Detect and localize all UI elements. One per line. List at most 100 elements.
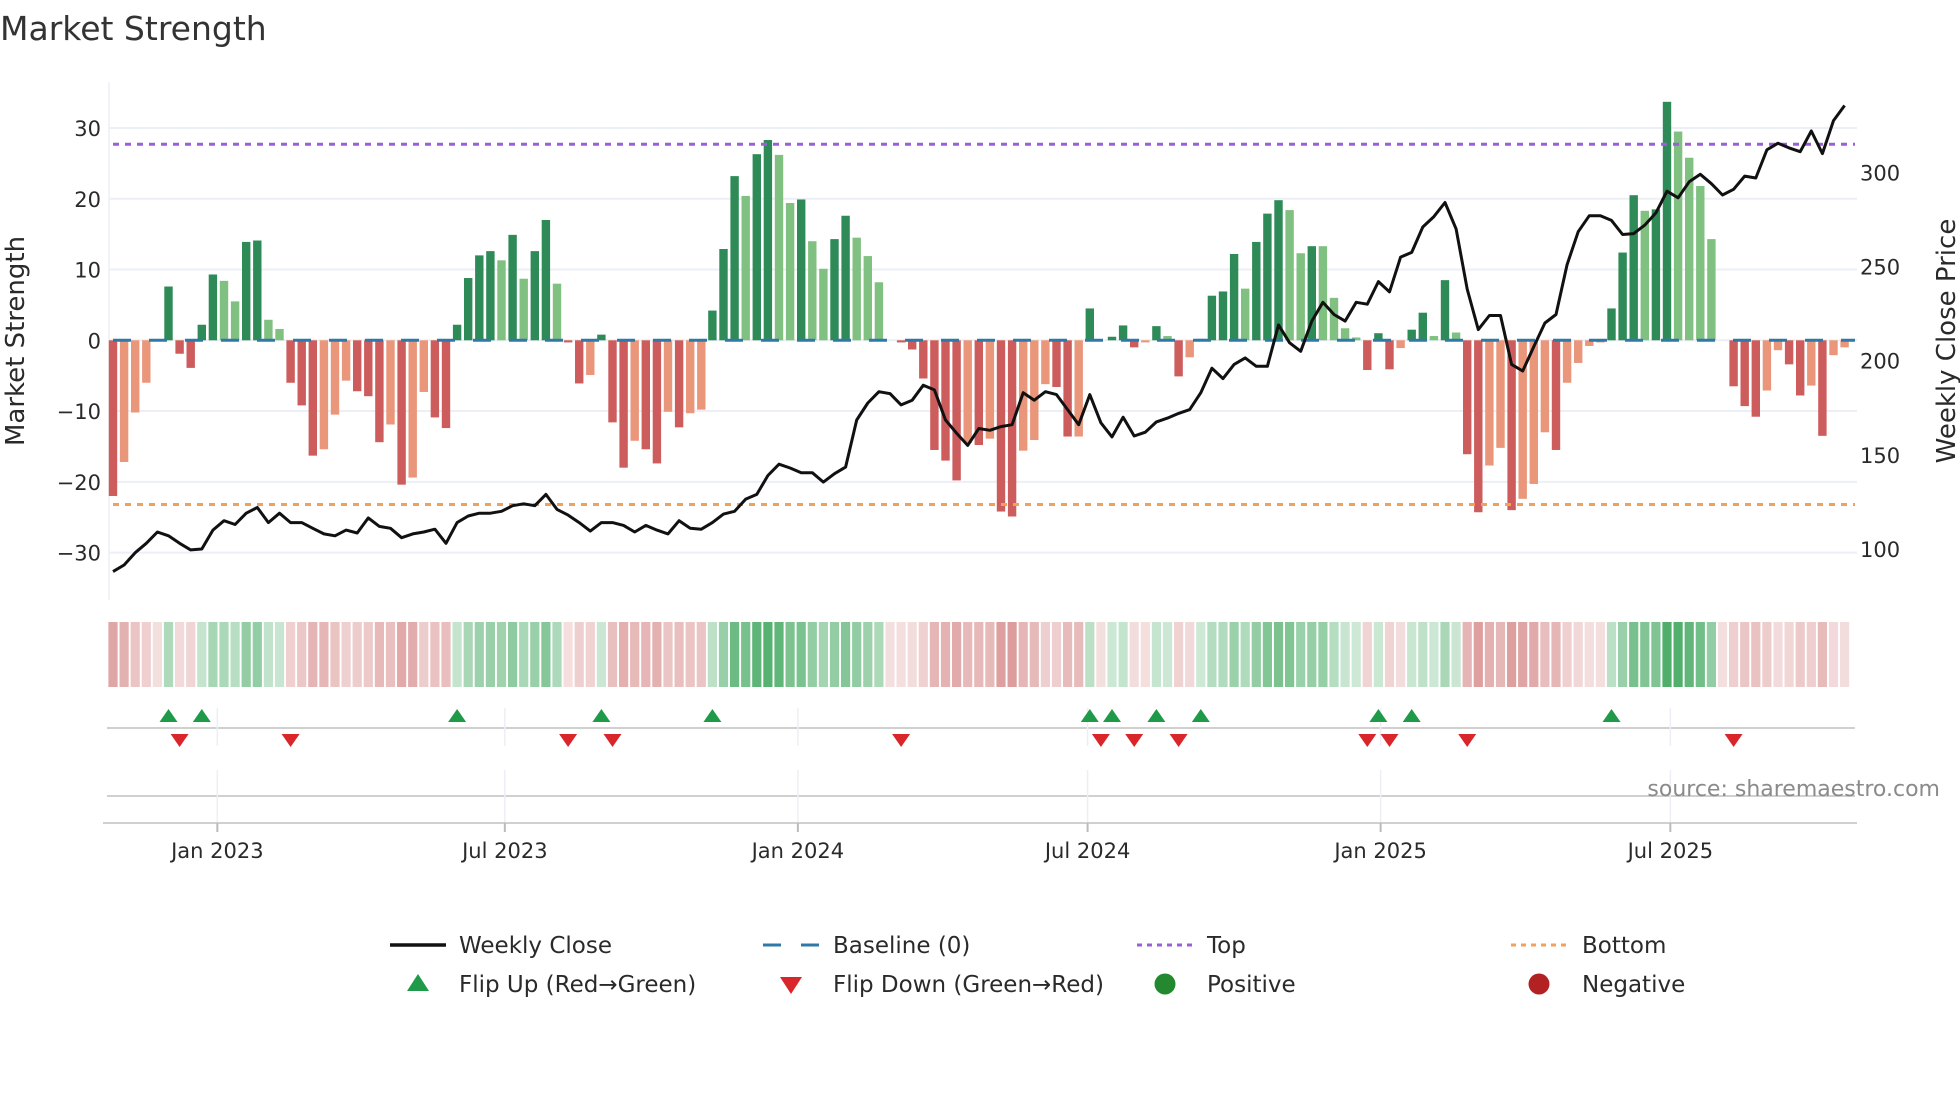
strength-bar	[297, 340, 306, 406]
heat-cell	[1018, 622, 1028, 687]
heat-cell	[385, 622, 396, 687]
strength-bar	[586, 340, 595, 375]
strength-bar	[330, 340, 340, 415]
flip-down-marker	[170, 734, 189, 747]
strength-bar	[1407, 329, 1416, 341]
heat-cell	[1518, 622, 1528, 687]
heat-cell	[1329, 622, 1339, 687]
strength-bar	[1296, 253, 1305, 341]
strength-bar	[1651, 209, 1661, 341]
strength-bar	[1751, 340, 1760, 417]
heat-cell	[585, 622, 595, 687]
strength-bar	[1673, 131, 1683, 341]
strength-bar	[175, 340, 184, 354]
heat-cell	[807, 622, 817, 687]
heat-cell	[852, 622, 862, 687]
flip-down-marker	[559, 734, 578, 747]
strength-bar	[1551, 340, 1561, 450]
flip-down-marker	[892, 734, 911, 747]
flip-up-marker	[1080, 709, 1099, 722]
heat-cell	[1762, 622, 1772, 687]
heat-cell	[108, 622, 118, 687]
heat-cell	[1396, 622, 1406, 687]
flip-up-marker	[1147, 709, 1166, 722]
strength-bar	[353, 340, 362, 392]
strength-bar	[1007, 340, 1017, 517]
chart-title: Market Strength	[0, 9, 267, 48]
heat-cell	[1107, 622, 1117, 687]
heat-cell	[1451, 622, 1461, 687]
heat-cell	[1129, 622, 1139, 687]
strength-bar	[963, 340, 972, 443]
strength-bar	[1574, 340, 1583, 363]
heat-cell	[1074, 622, 1084, 687]
heat-cell	[1285, 622, 1295, 687]
heat-cell	[341, 622, 351, 687]
heat-cell	[1185, 622, 1195, 687]
heat-cell	[1296, 622, 1306, 687]
y2-tick-label: 300	[1860, 161, 1900, 185]
strength-bar	[530, 251, 539, 341]
strength-bar	[1629, 195, 1638, 341]
y2-tick-label: 250	[1860, 256, 1900, 280]
heat-cell	[1629, 622, 1639, 687]
heat-cell	[397, 622, 407, 687]
heat-cell	[874, 622, 884, 687]
heat-cell	[663, 622, 673, 687]
strength-bar	[1141, 340, 1150, 343]
strength-bar	[1529, 340, 1538, 484]
y-tick-label: 0	[88, 329, 101, 353]
strength-bar	[1796, 340, 1805, 396]
heat-cell	[1729, 622, 1739, 687]
flip-down-marker	[1125, 734, 1144, 747]
flip-up-marker	[159, 709, 178, 722]
strength-bar	[708, 310, 717, 341]
strength-bar	[674, 340, 684, 428]
heat-cell	[130, 622, 140, 687]
heat-cell	[1595, 622, 1605, 687]
legend-label: Flip Down (Green→Red)	[833, 972, 1104, 998]
heat-cell	[1140, 622, 1150, 687]
legend-label: Top	[1206, 933, 1246, 959]
x-tick-label: Jan 2025	[1332, 839, 1427, 863]
heat-cell	[707, 622, 717, 687]
y2-tick-label: 100	[1860, 538, 1900, 562]
heat-cell	[286, 622, 296, 687]
heat-cell	[1606, 622, 1617, 687]
flip-up-marker	[1191, 709, 1210, 722]
heat-cell	[863, 622, 873, 687]
flip-marker-panel: Jan 2023 Jul 2023 Jan 2024 Jul 2024 Jan 2025…	[103, 708, 1857, 863]
heat-cell	[1551, 622, 1561, 687]
heat-cell	[175, 622, 185, 687]
flip-down-marker	[1091, 734, 1110, 747]
strength-bar	[1463, 340, 1472, 455]
heat-cell	[1640, 622, 1650, 687]
heat-cell	[996, 622, 1006, 687]
weekly-close-line	[112, 104, 1846, 573]
heat-cell	[730, 622, 740, 687]
strength-bar	[108, 340, 118, 496]
y-tick-label: −30	[57, 542, 101, 566]
heat-cell	[1307, 622, 1317, 687]
legend-item: Negative	[1528, 972, 1685, 998]
strength-bar	[552, 283, 562, 341]
strength-bar	[663, 340, 673, 412]
strength-bar	[119, 340, 129, 463]
heat-cell	[1806, 622, 1816, 687]
heat-cell	[1784, 622, 1794, 687]
strength-bar	[852, 237, 861, 341]
heat-cell	[274, 622, 285, 687]
heat-cell	[496, 622, 507, 687]
heat-cell	[763, 622, 773, 687]
strength-bar	[208, 274, 218, 341]
y-tick-label: −20	[57, 471, 101, 495]
heat-cell	[1618, 622, 1628, 687]
strength-bar	[1041, 340, 1050, 385]
heat-cell	[119, 622, 129, 687]
heat-cell	[818, 622, 828, 687]
heat-cell	[1063, 622, 1073, 687]
heat-cell	[297, 622, 307, 687]
strength-bar	[1696, 186, 1705, 341]
heat-cell	[1273, 622, 1284, 687]
heat-cell	[485, 622, 495, 687]
